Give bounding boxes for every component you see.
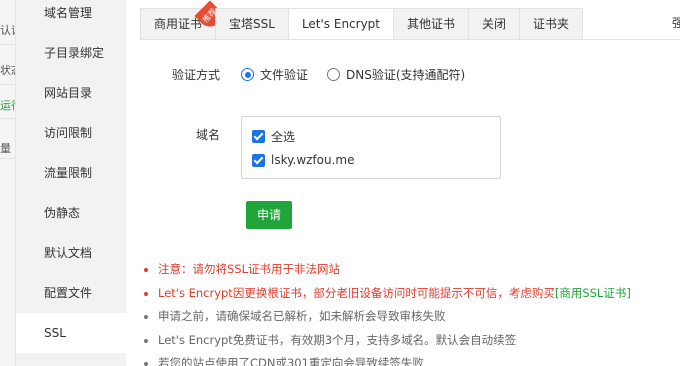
sidebar-item-site-directory[interactable]: 网站目录	[16, 73, 126, 113]
tab-label: 证书夹	[533, 17, 570, 31]
sidebar-item-domain-management[interactable]: 域名管理	[16, 0, 126, 33]
background-text-fragment: 运行	[0, 99, 15, 112]
sidebar-item-ssl[interactable]: SSL	[16, 313, 126, 353]
force-https-label-fragment: 强	[672, 16, 680, 30]
radio-selected-icon[interactable]	[241, 68, 254, 81]
checkbox-checked-icon[interactable]	[252, 130, 265, 143]
note-text: 注意：请勿将SSL证书用于非法网站	[158, 262, 341, 276]
background-divider	[0, 84, 15, 85]
background-page-strip: 认证 状态 运行 量	[0, 0, 16, 366]
tab-label: 宝塔SSL	[229, 17, 275, 31]
tab-lets-encrypt[interactable]: Let's Encrypt	[287, 8, 394, 40]
tab-close[interactable]: 关闭	[468, 8, 520, 40]
background-text-fragment: 量	[0, 142, 11, 155]
bullet-icon	[144, 315, 148, 319]
commercial-ssl-link[interactable]: [商用SSL证书]	[555, 286, 631, 300]
sidebar-item-default-document[interactable]: 默认文档	[16, 233, 126, 273]
bullet-icon	[144, 291, 148, 296]
background-divider	[0, 44, 15, 45]
checkbox-label: 全选	[271, 130, 296, 144]
tab-baota-ssl[interactable]: 宝塔SSL	[215, 8, 288, 40]
note-text: 若您的站点使用了CDN或301重定向会导致续签失败	[158, 356, 424, 366]
background-divider	[0, 118, 15, 119]
radio-file-verify[interactable]: 文件验证	[241, 66, 308, 83]
bullet-icon	[144, 362, 148, 366]
sidebar-item-rewrite[interactable]: 伪静态	[16, 193, 126, 233]
radio-unselected-icon[interactable]	[327, 68, 340, 81]
background-text-fragment: 状态	[0, 64, 15, 77]
checkbox-domain-item[interactable]: lsky.wzfou.me	[252, 153, 354, 167]
tab-label: 关闭	[482, 17, 507, 31]
ssl-main-panel: 商用证书 推荐 宝塔SSL Let's Encrypt 其他证书 关闭 证书夹 …	[126, 0, 680, 366]
tab-other-cert[interactable]: 其他证书	[393, 8, 469, 40]
note-item: Let's Encrypt因更换根证书，部分老旧设备访问时可能提示不可信，考虑购…	[144, 282, 680, 306]
tab-bar-divider	[140, 39, 680, 40]
note-text: Let's Encrypt因更换根证书，部分老旧设备访问时可能提示不可信，考虑购…	[158, 285, 555, 300]
sidebar-item-config-file[interactable]: 配置文件	[16, 273, 126, 313]
tab-label: 商用证书	[154, 17, 203, 31]
note-text: 申请之前，请确保域名已解析，如未解析会导致审核失败	[158, 309, 446, 323]
sidebar-item-traffic-limit[interactable]: 流量限制	[16, 153, 126, 193]
checkbox-select-all[interactable]: 全选	[252, 128, 295, 145]
background-divider	[0, 158, 15, 159]
note-text: Let's Encrypt免费证书，有效期3个月，支持多域名。默认会自动续签	[158, 332, 517, 347]
note-item: 若您的站点使用了CDN或301重定向会导致续签失败	[144, 352, 680, 366]
checkbox-label: lsky.wzfou.me	[271, 153, 355, 167]
tab-cert-folder[interactable]: 证书夹	[519, 8, 584, 40]
site-settings-sidebar: 域名管理 子目录绑定 网站目录 访问限制 流量限制 伪静态 默认文档 配置文件 …	[16, 0, 126, 366]
radio-label: DNS验证(支持通配符)	[346, 68, 466, 82]
bullet-icon	[144, 268, 148, 272]
note-item: Let's Encrypt免费证书，有效期3个月，支持多域名。默认会自动续签	[144, 329, 680, 353]
sidebar-item-access-restriction[interactable]: 访问限制	[16, 113, 126, 153]
notes-list: 注意：请勿将SSL证书用于非法网站 Let's Encrypt因更换根证书，部分…	[144, 258, 680, 366]
apply-button[interactable]: 申请	[246, 201, 292, 229]
bullet-icon	[144, 338, 148, 343]
tab-label: 其他证书	[407, 17, 456, 31]
ssl-tab-bar: 商用证书 推荐 宝塔SSL Let's Encrypt 其他证书 关闭 证书夹	[140, 0, 584, 40]
radio-dns-verify[interactable]: DNS验证(支持通配符)	[327, 66, 465, 83]
radio-label: 文件验证	[260, 68, 309, 82]
sidebar-item-subdirectory-binding[interactable]: 子目录绑定	[16, 33, 126, 73]
background-text-fragment: 认证	[0, 24, 15, 37]
verify-method-label: 验证方式	[171, 68, 220, 82]
checkbox-checked-icon[interactable]	[252, 153, 265, 167]
domain-label: 域名	[195, 128, 220, 142]
note-item: 注意：请勿将SSL证书用于非法网站	[144, 258, 680, 282]
domain-select-box: 全选 lsky.wzfou.me	[241, 116, 501, 179]
note-item: 申请之前，请确保域名已解析，如未解析会导致审核失败	[144, 305, 680, 329]
tab-commercial-cert[interactable]: 商用证书 推荐	[140, 0, 226, 40]
tab-label: Let's Encrypt	[301, 17, 381, 31]
